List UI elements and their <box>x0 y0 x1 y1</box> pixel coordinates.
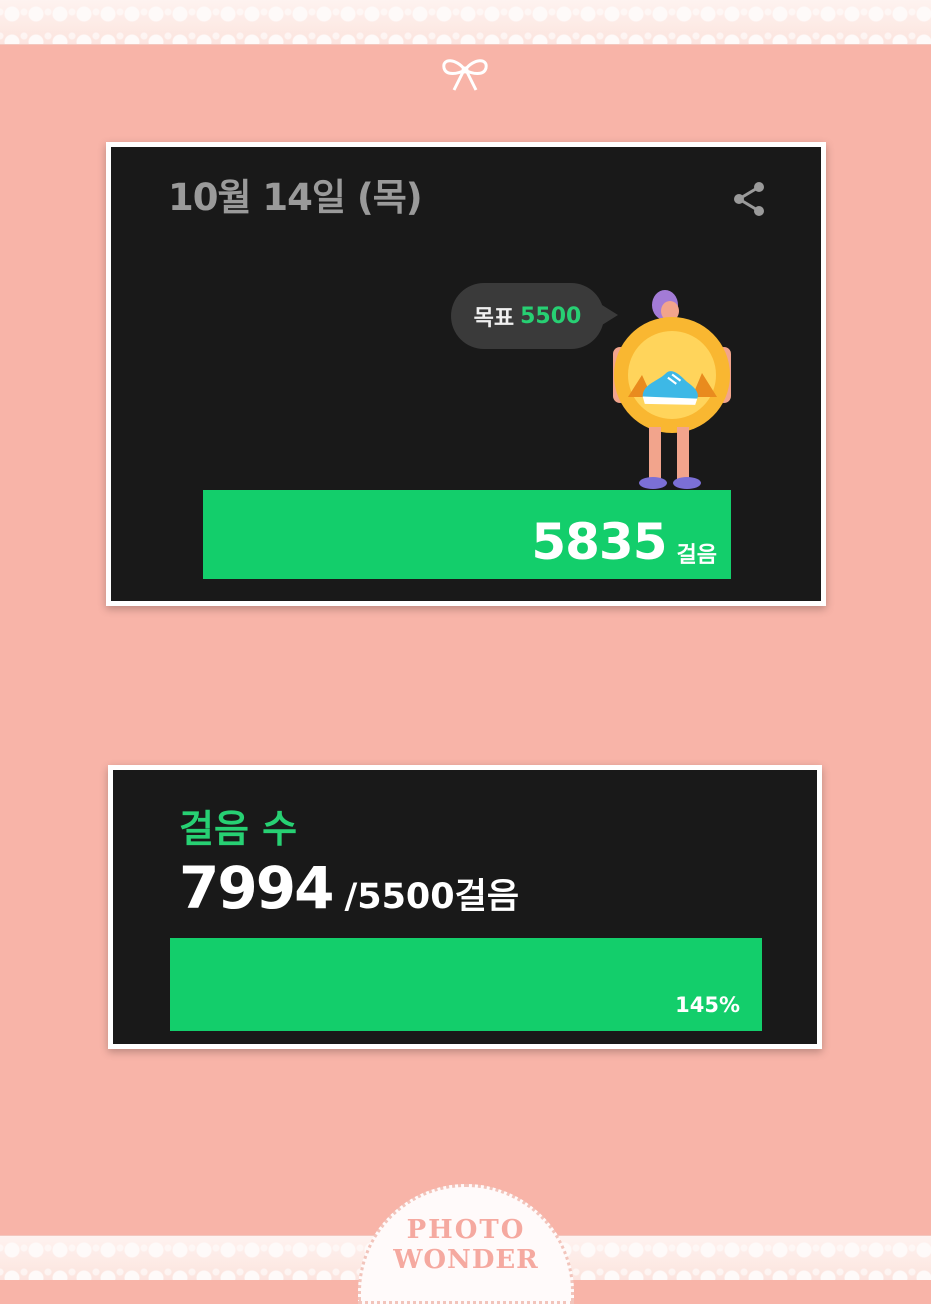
step-progress-fill <box>170 938 762 1031</box>
daily-steps-value: 5835 <box>531 513 667 571</box>
watermark-line2: WONDER <box>393 1245 539 1275</box>
photo-wonder-watermark: PHOTO WONDER <box>358 1184 574 1304</box>
daily-steps-card: 10월 14일 (목) 목표 5500 5835 걸음 <box>106 142 826 606</box>
daily-steps-unit: 걸음 <box>676 543 717 568</box>
step-count-label: 걸음 수 <box>179 807 298 851</box>
step-count-card: 걸음 수 7994 /5500걸음 145% <box>108 765 822 1049</box>
ribbon-icon <box>442 59 488 91</box>
lace-border-top <box>0 0 931 45</box>
step-count-summary: 7994 /5500걸음 <box>179 854 519 922</box>
date-title: 10월 14일 (목) <box>168 176 423 219</box>
watermark-line1: PHOTO <box>406 1215 526 1245</box>
goal-label: 목표 <box>473 306 515 331</box>
goal-bubble: 목표 5500 <box>451 283 618 349</box>
step-goal-text: /5500걸음 <box>344 877 520 917</box>
share-icon[interactable] <box>729 179 769 219</box>
step-progress-bar: 145% <box>170 938 762 1031</box>
daily-steps-bar: 5835 걸음 <box>203 490 731 579</box>
sneaker-icon <box>642 371 698 405</box>
goal-value: 5500 <box>520 303 582 329</box>
step-count-value: 7994 <box>179 854 334 922</box>
step-progress-percent: 145% <box>675 993 740 1017</box>
